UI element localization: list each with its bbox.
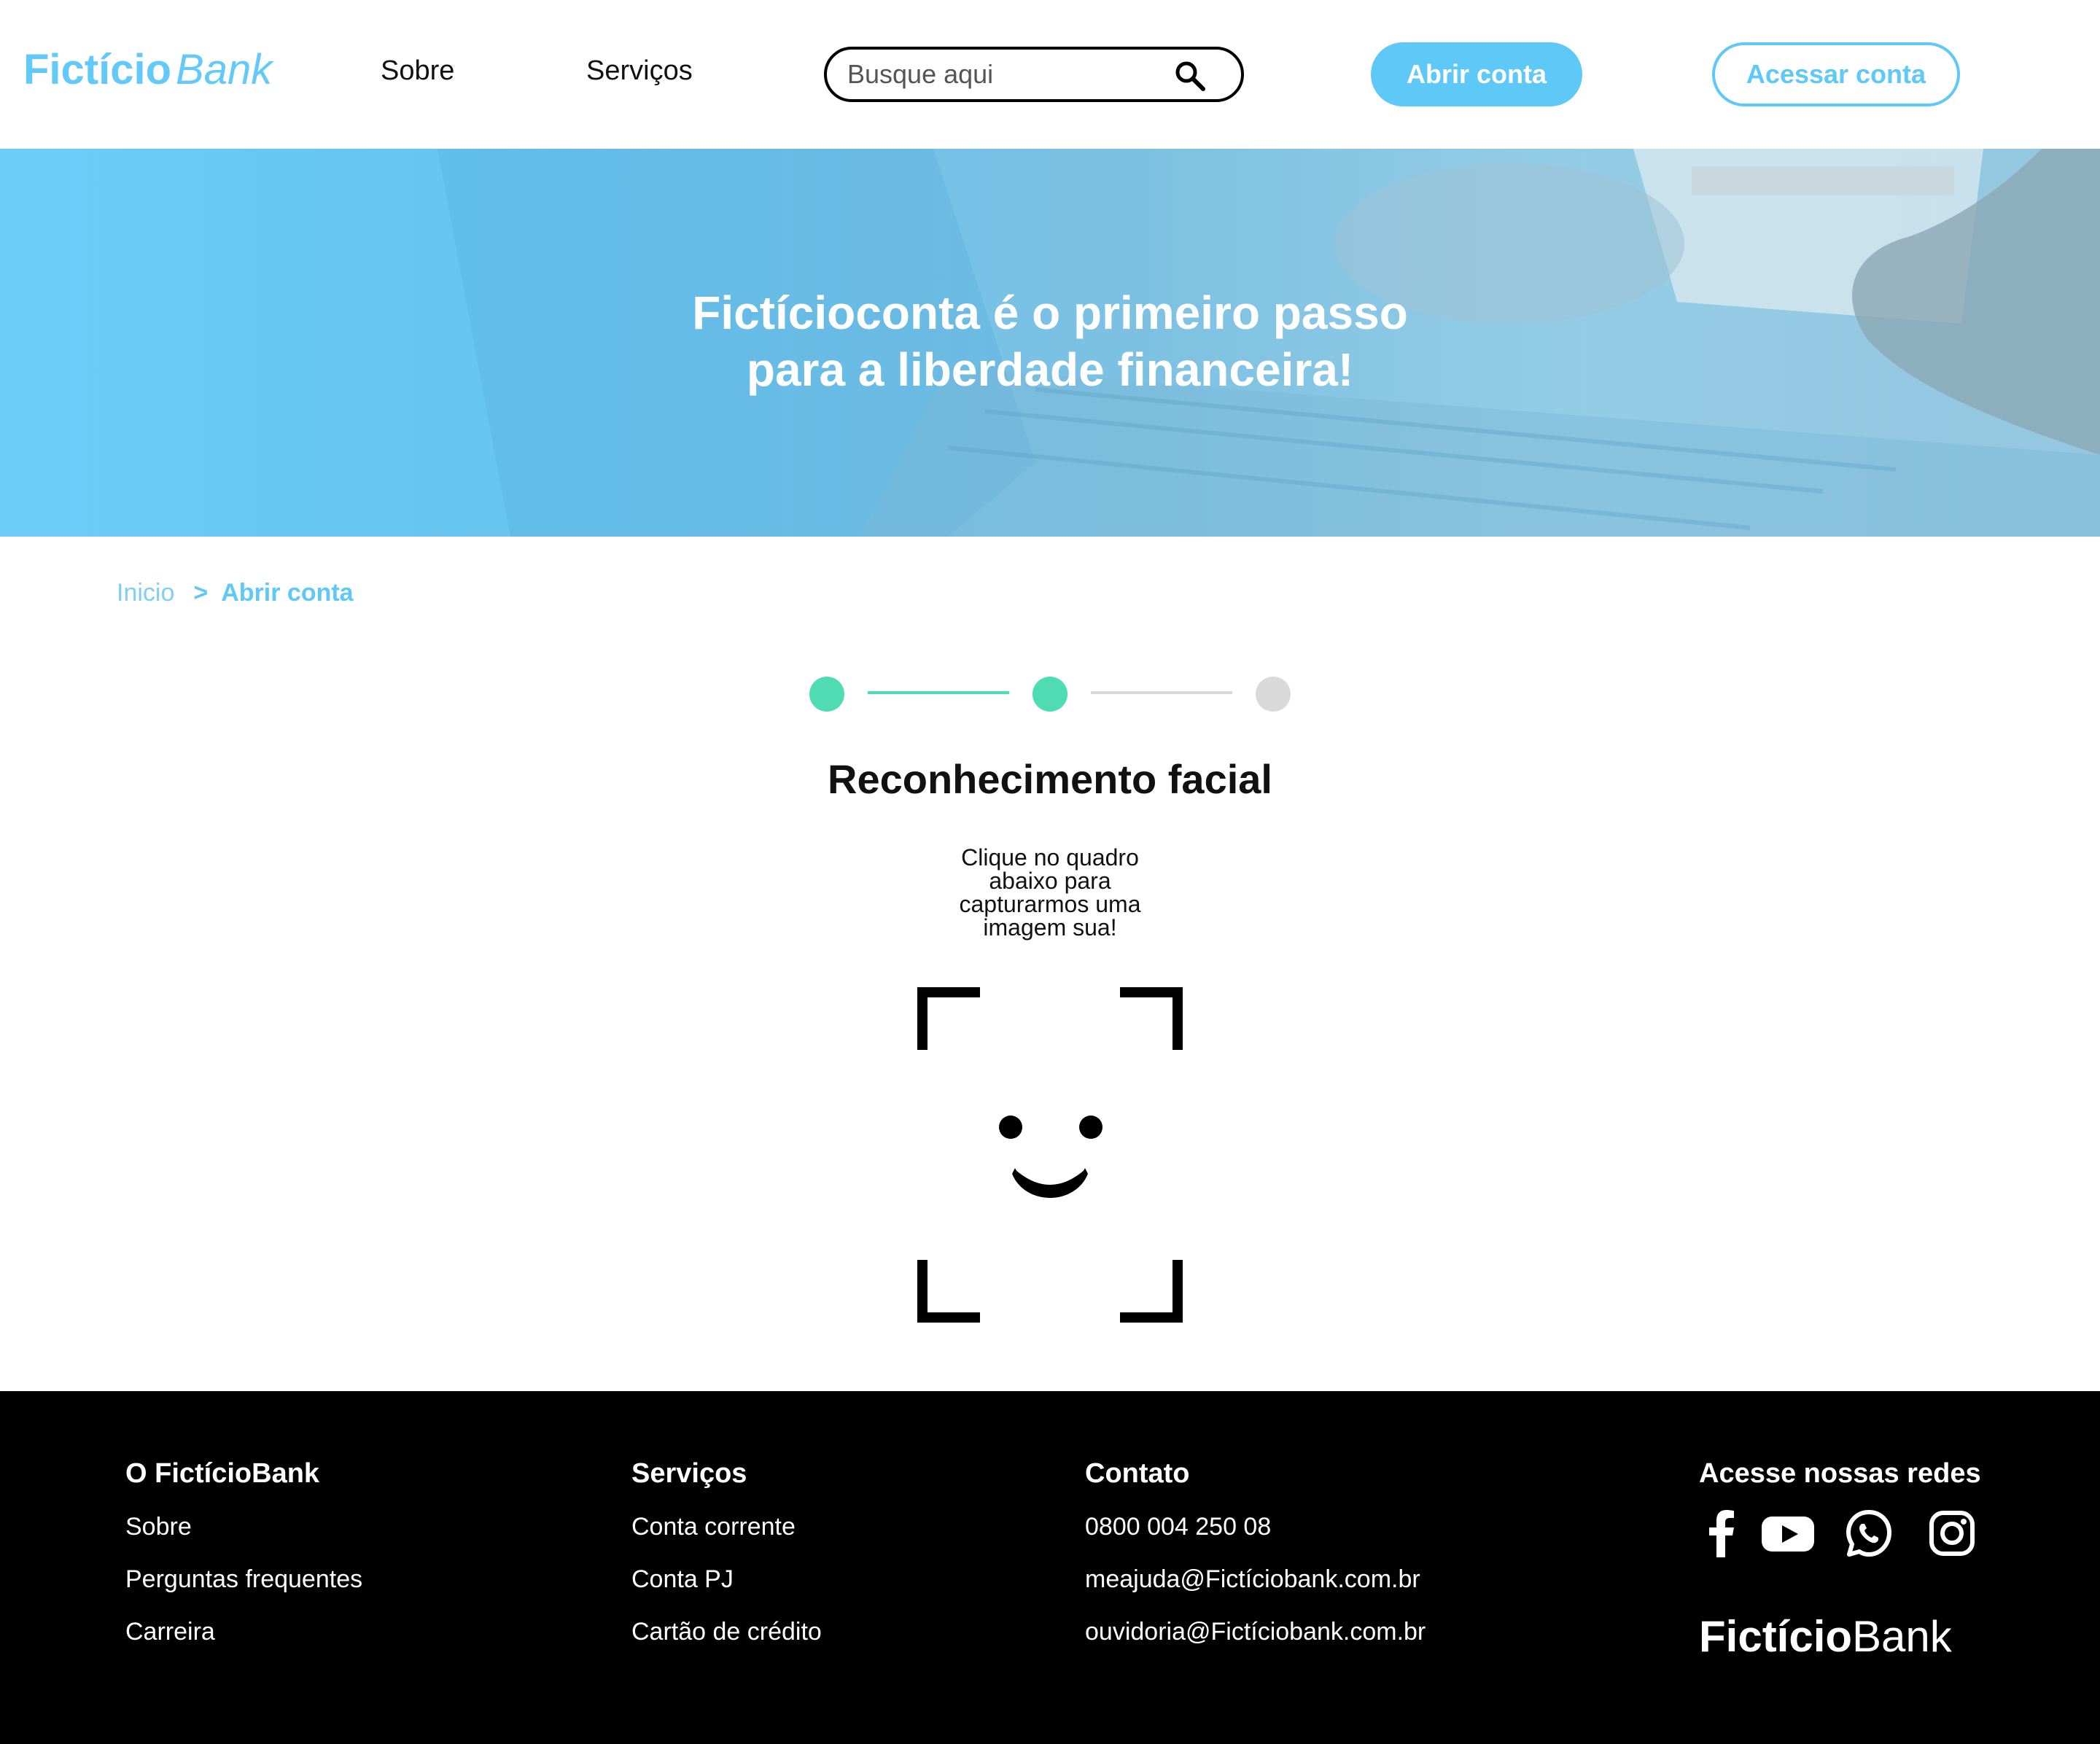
step-title: Reconhecimento facial	[828, 756, 1272, 802]
search-icon[interactable]	[1172, 58, 1208, 93]
footer-col-contact-title: Contato	[1085, 1458, 1190, 1489]
instagram-icon[interactable]	[1928, 1509, 1976, 1557]
hero-banner: Fictícioconta é o primeiro passo para a …	[0, 149, 2100, 537]
facebook-icon[interactable]	[1699, 1509, 1747, 1557]
step-description-line-3: capturarmos uma	[959, 891, 1141, 917]
step-2-connector	[1091, 691, 1232, 694]
footer-col-services: Serviços Conta corrente Conta PJ Cartão …	[631, 1458, 822, 1670]
step-1-indicator	[809, 677, 844, 712]
hero-title-line-2: para a liberdade financeira!	[746, 343, 1354, 396]
search-box	[824, 47, 1244, 102]
footer-email-ombudsman[interactable]: ouvidoria@Fictíciobank.com.br	[1085, 1618, 1426, 1646]
footer-col-about: O FictícioBank Sobre Perguntas frequente…	[125, 1458, 362, 1670]
footer-link-conta-corrente[interactable]: Conta corrente	[631, 1513, 822, 1541]
footer-email-help[interactable]: meajuda@Fictíciobank.com.br	[1085, 1565, 1426, 1593]
footer-link-faq[interactable]: Perguntas frequentes	[125, 1565, 362, 1593]
social-icons	[1699, 1509, 1976, 1560]
open-account-button[interactable]: Abrir conta	[1371, 42, 1582, 106]
access-account-button[interactable]: Acessar conta	[1712, 42, 1960, 106]
breadcrumb-current: Abrir conta	[221, 579, 354, 607]
step-description: Clique no quadro abaixo para capturarmos…	[941, 846, 1159, 939]
footer-social-title: Acesse nossas redes	[1699, 1458, 1981, 1489]
brand-logo[interactable]: Fictício Bank	[23, 45, 272, 94]
youtube-icon[interactable]	[1759, 1509, 1817, 1557]
footer-logo-light: Bank	[1852, 1612, 1952, 1661]
step-2-indicator	[1032, 677, 1068, 712]
breadcrumb-separator: >	[193, 579, 209, 607]
footer-col-about-title: O FictícioBank	[125, 1458, 320, 1489]
nav-servicos[interactable]: Serviços	[586, 55, 693, 87]
search-input[interactable]	[847, 57, 1175, 92]
hero-title-line-1: Fictícioconta é o primeiro passo	[692, 287, 1408, 339]
whatsapp-icon[interactable]	[1845, 1509, 1893, 1557]
breadcrumb-home[interactable]: Inicio	[117, 579, 174, 607]
step-description-line-2: abaixo para	[989, 868, 1111, 894]
footer-link-conta-pj[interactable]: Conta PJ	[631, 1565, 822, 1593]
logo-light: Bank	[176, 46, 273, 93]
footer-phone[interactable]: 0800 004 250 08	[1085, 1513, 1426, 1541]
footer-col-contact: Contato 0800 004 250 08 meajuda@Fictício…	[1085, 1458, 1426, 1670]
site-header: FictícioBank Sobre Serviços Abrir conta …	[0, 0, 2100, 149]
footer-link-carreira[interactable]: Carreira	[125, 1618, 362, 1646]
step-description-line-4: imagem sua!	[983, 914, 1117, 941]
site-footer: O FictícioBank Sobre Perguntas frequente…	[0, 1391, 2100, 1744]
breadcrumb: Inicio > Abrir conta	[117, 579, 354, 607]
footer-col-social: Acesse nossas redes	[1699, 1458, 1981, 1513]
hero-title: Fictícioconta é o primeiro passo para a …	[0, 284, 2100, 398]
smiley-face-icon	[999, 1116, 1102, 1198]
logo-strong: Fictício	[23, 46, 172, 93]
nav-sobre[interactable]: Sobre	[381, 55, 454, 87]
footer-link-cartao[interactable]: Cartão de crédito	[631, 1618, 822, 1646]
step-1-connector	[868, 691, 1009, 694]
face-capture-frame[interactable]	[917, 987, 1183, 1323]
step-3-indicator	[1256, 677, 1291, 712]
footer-link-sobre[interactable]: Sobre	[125, 1513, 362, 1541]
step-description-line-1: Clique no quadro	[961, 844, 1139, 871]
footer-col-services-title: Serviços	[631, 1458, 747, 1489]
footer-logo[interactable]: FictícioBank	[1699, 1611, 1952, 1662]
footer-logo-strong: Fictício	[1699, 1612, 1853, 1661]
